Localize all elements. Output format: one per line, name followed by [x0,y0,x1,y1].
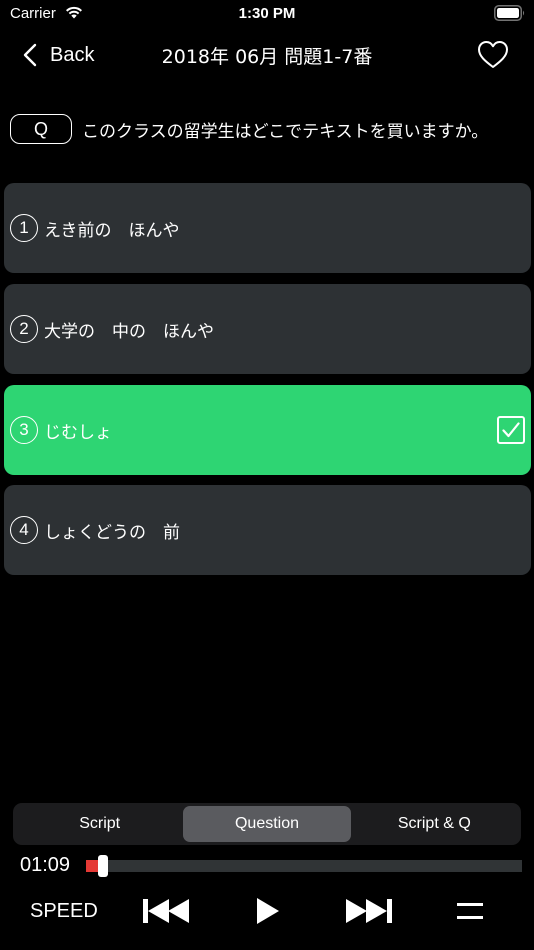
answer-option-4[interactable]: 4 しょくどうの 前 [4,485,531,575]
question-text: このクラスの留学生はどこでテキストを買いますか。 [82,121,489,142]
progress-bar[interactable] [86,855,522,877]
checkbox-checked-icon [497,416,525,444]
nav-bar: Back 2018年 06月 問題1-7番 [0,30,534,80]
progress-thumb[interactable] [98,855,108,877]
option-number: 3 [10,416,38,444]
play-icon[interactable] [256,897,280,925]
skip-forward-icon[interactable] [346,898,392,924]
option-number: 4 [10,516,38,544]
chevron-left-icon [23,43,37,67]
mode-segmented-control: Script Question Script & Q [13,803,521,845]
segment-script-and-q[interactable]: Script & Q [351,806,518,842]
option-label: えき前の ほんや [44,221,180,241]
segment-script[interactable]: Script [16,806,183,842]
option-label: じむしょ [44,423,112,443]
option-label: 大学の 中の ほんや [44,322,214,342]
option-label: しょくどうの 前 [44,523,180,543]
segment-question[interactable]: Question [183,806,351,842]
question-row: Q このクラスの留学生はどこでテキストを買いますか。 [10,112,530,146]
answer-option-1[interactable]: 1 えき前の ほんや [4,183,531,273]
question-badge: Q [10,114,72,144]
status-time: 1:30 PM [238,5,296,22]
elapsed-time: 01:09 [20,854,71,876]
option-number: 1 [10,214,38,242]
battery-icon [494,5,525,21]
option-number: 2 [10,315,38,343]
answer-option-2[interactable]: 2 大学の 中の ほんや [4,284,531,374]
player-controls: SPEED [0,890,534,934]
menu-icon[interactable] [457,901,483,921]
answer-option-3[interactable]: 3 じむしょ [4,385,531,475]
back-button[interactable]: Back [22,40,94,70]
speed-button[interactable]: SPEED [30,900,98,923]
status-bar: Carrier 1:30 PM [0,0,534,30]
back-label: Back [50,43,95,66]
skip-back-icon[interactable] [143,898,189,924]
heart-icon[interactable] [476,38,510,72]
